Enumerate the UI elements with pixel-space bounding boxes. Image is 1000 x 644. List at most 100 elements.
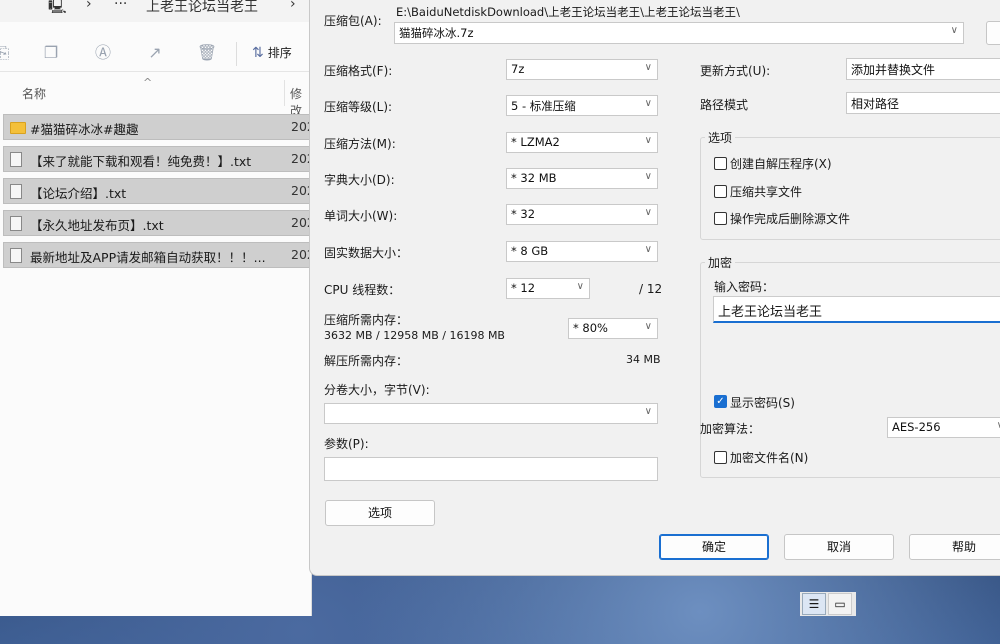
encrypt-names-checkbox[interactable] [714, 451, 727, 464]
delete-icon[interactable]: 🗑 [196, 42, 218, 64]
encrypt-method-value: AES-256 [892, 420, 941, 434]
delete-checkbox[interactable] [714, 212, 727, 225]
text-file-icon [10, 184, 22, 199]
file-row[interactable]: 【永久地址发布页】.txt 202 [3, 210, 315, 236]
cpu-label: CPU 线程数： [324, 283, 401, 297]
mem-percent-combo[interactable]: * 80% ∨ [568, 318, 658, 339]
sort-label: 排序 [267, 46, 292, 60]
text-file-icon [10, 216, 22, 231]
explorer-toolbar: ⎘ ❐ Ⓐ ↗ 🗑 ⇅ 排序 [0, 36, 312, 72]
encryption-group-title: 加密 [705, 254, 736, 271]
explorer-address-bar[interactable]: 🖳 › ··· 上老王论坛当老王 › [0, 0, 312, 22]
breadcrumb-folder[interactable]: 上老王论坛当老王 [146, 0, 258, 16]
path-mode-value: 相对路径 [851, 97, 900, 111]
ok-button[interactable]: 确定 [659, 534, 769, 560]
file-name: 【来了就能下载和观看！纯免费！】.txt [30, 154, 252, 169]
share-icon[interactable]: ↗ [144, 42, 166, 64]
breadcrumb-more[interactable]: ··· [114, 0, 127, 12]
text-file-icon [10, 248, 22, 263]
update-value: 添加并替换文件 [851, 63, 936, 77]
column-separator[interactable] [284, 80, 285, 106]
shared-checkbox[interactable] [714, 185, 727, 198]
chevron-down-icon: ∨ [644, 321, 652, 332]
mem-percent-value: * 80% [573, 321, 608, 335]
format-label: 压缩格式(F): [324, 64, 393, 78]
shared-label[interactable]: 压缩共享文件 [730, 183, 802, 200]
cut-icon[interactable]: ⎘ [0, 42, 14, 64]
options-group-title: 选项 [705, 129, 736, 146]
show-password-label[interactable]: 显示密码(S) [730, 394, 795, 411]
path-mode-combo[interactable]: 相对路径 [846, 92, 1000, 114]
chevron-down-icon: ∨ [576, 281, 584, 292]
archive-label: 压缩包(A): [324, 14, 382, 28]
volume-label: 分卷大小，字节(V): [324, 383, 430, 397]
update-label: 更新方式(U): [700, 64, 771, 78]
word-combo[interactable]: * 32 ∨ [506, 204, 658, 225]
password-label: 输入密码： [714, 280, 775, 294]
mem-decompress-label: 解压所需内存： [324, 354, 409, 368]
file-name: 最新地址及APP请发邮箱自动获取！！！... [30, 250, 266, 265]
path-mode-label: 路径模式 [700, 98, 749, 112]
dict-combo[interactable]: * 32 MB ∨ [506, 168, 658, 189]
chevron-down-icon: ∨ [644, 98, 652, 109]
sort-icon: ⇅ [252, 45, 264, 61]
chevron-down-icon: ∨ [950, 25, 958, 36]
show-password-checkbox[interactable]: ✓ [714, 395, 727, 408]
encrypt-method-label: 加密算法： [700, 422, 761, 436]
encrypt-names-label[interactable]: 加密文件名(N) [730, 449, 808, 466]
solid-value: * 8 GB [511, 244, 549, 258]
params-label: 参数(P): [324, 437, 369, 451]
browse-button[interactable] [986, 21, 1000, 45]
sort-button[interactable]: ⇅ 排序 [252, 44, 292, 61]
format-combo[interactable]: 7z ∨ [506, 59, 658, 80]
options-button[interactable]: 选项 [325, 500, 435, 526]
level-value: 5 - 标准压缩 [511, 99, 576, 113]
copy-icon[interactable]: ❐ [40, 42, 62, 64]
archive-name-combo[interactable]: 猫猫碎冰冰.7z ∨ [394, 22, 964, 44]
details-view-icon[interactable]: ☰ [802, 593, 826, 615]
word-value: * 32 [511, 207, 536, 221]
mem-decompress-value: 34 MB [626, 353, 661, 366]
column-header: ^ 名称 修改 [0, 76, 312, 118]
mem-compress-label: 压缩所需内存： [324, 313, 409, 327]
chevron-down-icon: ∨ [644, 406, 652, 417]
update-combo[interactable]: 添加并替换文件 [846, 58, 1000, 80]
sfx-label[interactable]: 创建自解压程序(X) [730, 155, 832, 172]
cancel-button[interactable]: 取消 [784, 534, 894, 560]
help-button[interactable]: 帮助 [909, 534, 1000, 560]
file-row[interactable]: 【论坛介绍】.txt 202 [3, 178, 315, 204]
cpu-total: / 12 [639, 282, 663, 296]
level-label: 压缩等级(L): [324, 100, 393, 114]
file-row[interactable]: #猫猫碎冰冰#趣趣 202 [3, 114, 315, 140]
chevron-down-icon: ∨ [644, 244, 652, 255]
file-explorer-window: 🖳 › ··· 上老王论坛当老王 › ⎘ ❐ Ⓐ ↗ 🗑 ⇅ 排序 ^ 名称 修改… [0, 0, 315, 616]
rename-icon[interactable]: Ⓐ [92, 42, 114, 64]
delete-label[interactable]: 操作完成后删除源文件 [730, 210, 850, 227]
format-value: 7z [511, 62, 525, 76]
solid-label: 固实数据大小： [324, 246, 409, 260]
method-combo[interactable]: * LZMA2 ∨ [506, 132, 658, 153]
cpu-value: * 12 [511, 281, 536, 295]
file-row[interactable]: 最新地址及APP请发邮箱自动获取！！！... 202 [3, 242, 315, 268]
dict-value: * 32 MB [511, 171, 557, 185]
password-input[interactable]: 上老王论坛当老王 [713, 296, 1000, 323]
mem-compress-detail: 3632 MB / 12958 MB / 16198 MB [324, 329, 505, 342]
volume-combo[interactable]: ∨ [324, 403, 658, 424]
cpu-combo[interactable]: * 12 ∨ [506, 278, 590, 299]
solid-combo[interactable]: * 8 GB ∨ [506, 241, 658, 262]
column-name[interactable]: 名称 [22, 85, 46, 102]
breadcrumb-chevron-icon: › [290, 0, 296, 12]
level-combo[interactable]: 5 - 标准压缩 ∨ [506, 95, 658, 116]
file-row[interactable]: 【来了就能下载和观看！纯免费！】.txt 202 [3, 146, 315, 172]
method-label: 压缩方法(M): [324, 137, 396, 151]
computer-icon[interactable]: 🖳 [48, 0, 67, 20]
breadcrumb-chevron-icon: › [86, 0, 92, 12]
params-input[interactable] [324, 457, 658, 481]
chevron-down-icon: ∨ [644, 171, 652, 182]
toolbar-divider [236, 42, 237, 66]
file-name: 【永久地址发布页】.txt [30, 218, 164, 233]
encrypt-method-combo[interactable]: AES-256∨ [887, 417, 1000, 438]
sort-caret-icon: ^ [143, 76, 153, 89]
sfx-checkbox[interactable] [714, 157, 727, 170]
tiles-view-icon[interactable]: ▭ [828, 593, 852, 615]
